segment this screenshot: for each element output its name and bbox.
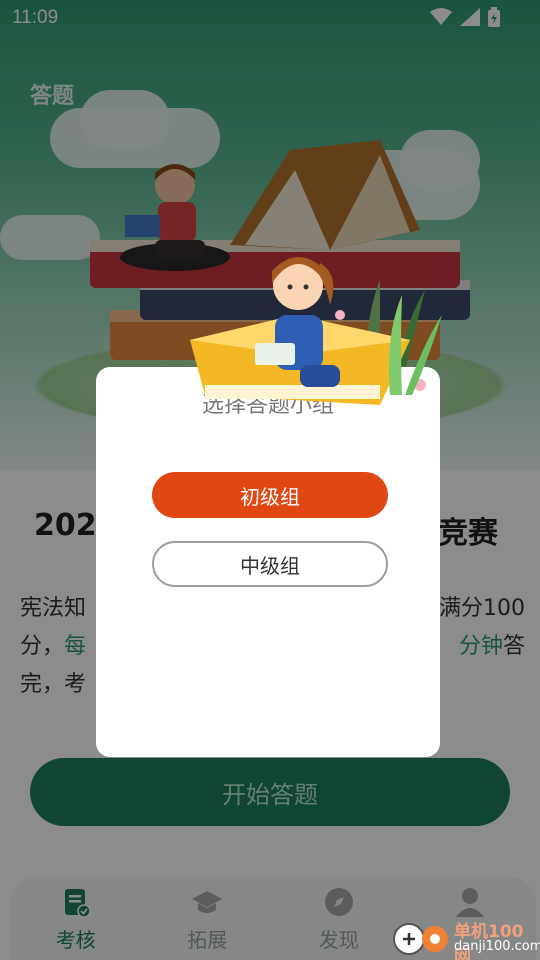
watermark-icon [393,923,448,955]
watermark-logo: 单机100网 danji100.com [392,915,540,960]
watermark-url: danji100.com [454,939,540,954]
girl-reading-illustration [190,257,442,405]
beginner-group-button[interactable]: 初级组 [152,472,388,518]
group-select-dialog: 选择答题小组 初级组 中级组 [96,367,440,757]
app-screen: 11:09 答题 2024 竞赛 宪法知 满分100 分，每 分钟答 完，考 开… [0,0,540,960]
intermediate-group-button[interactable]: 中级组 [152,541,388,587]
